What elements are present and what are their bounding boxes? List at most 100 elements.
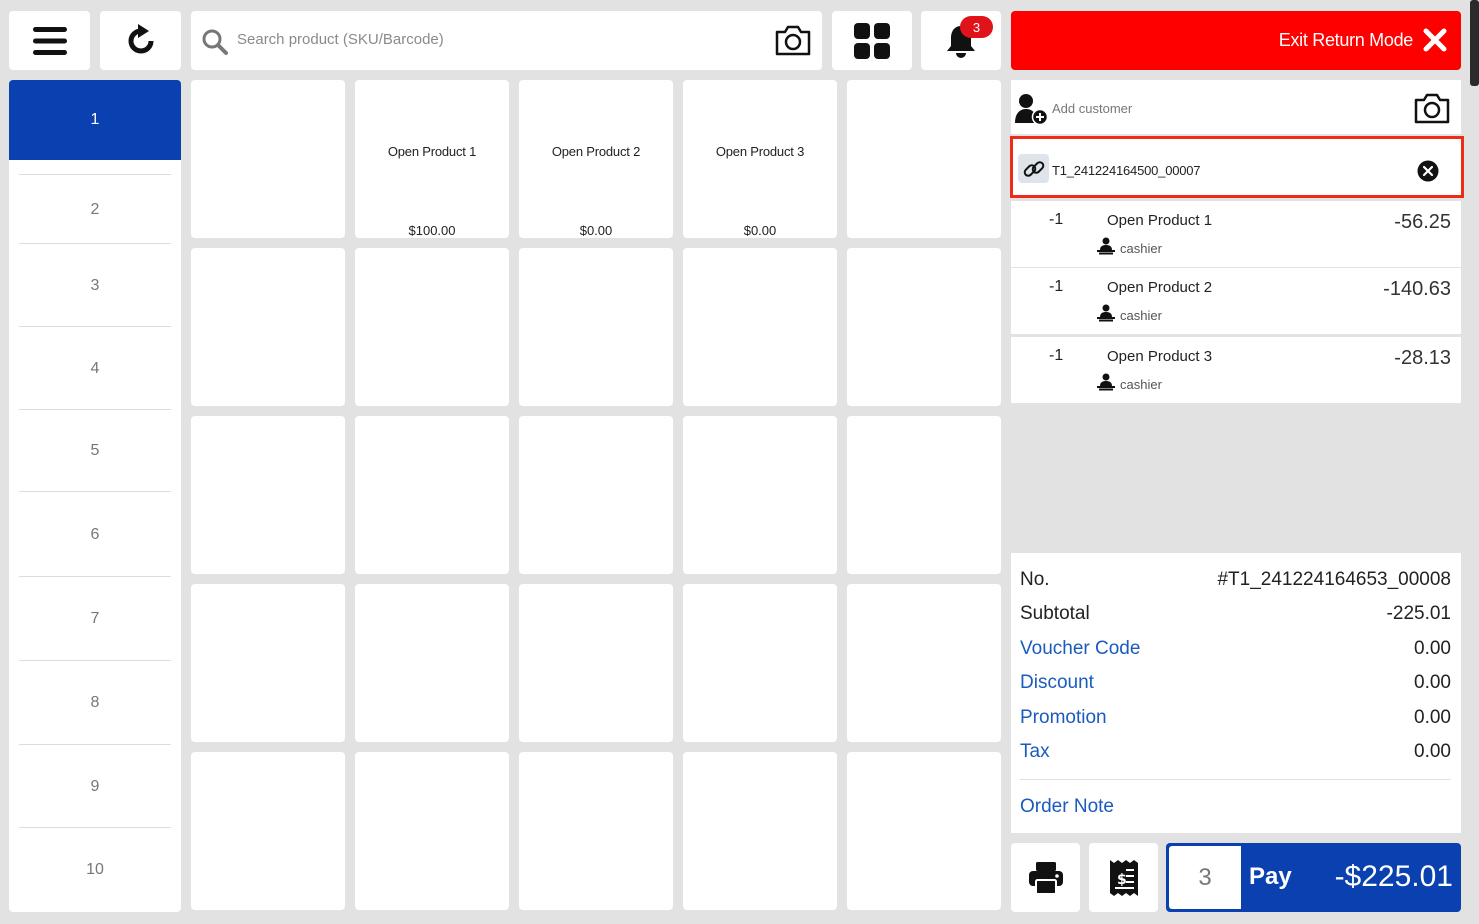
svg-text:$: $	[1117, 872, 1127, 888]
promotion-link[interactable]: Promotion	[1020, 707, 1107, 729]
product-tile[interactable]: Open Product 1 $100.00	[355, 80, 509, 238]
product-tile[interactable]	[191, 248, 345, 406]
product-tile[interactable]	[355, 584, 509, 742]
product-tile[interactable]	[355, 752, 509, 910]
tab-divider	[19, 409, 171, 410]
order-tab-1[interactable]: 1	[9, 80, 181, 160]
discount-link[interactable]: Discount	[1020, 672, 1094, 694]
cart-line-item[interactable]: -1 Open Product 1 -56.25 cashier	[1011, 201, 1461, 267]
line-staff: cashier	[1120, 377, 1162, 392]
order-tab-5[interactable]: 5	[9, 410, 181, 492]
cashier-icon	[1097, 237, 1115, 255]
pay-label: Pay	[1249, 863, 1292, 890]
product-tile[interactable]	[191, 80, 345, 238]
product-tile[interactable]	[519, 584, 673, 742]
order-note-link[interactable]: Order Note	[1020, 796, 1114, 818]
camera-icon[interactable]	[1413, 91, 1451, 125]
product-tile[interactable]	[847, 752, 1001, 910]
camera-scan-icon[interactable]	[774, 23, 812, 57]
order-number-label: No.	[1020, 569, 1050, 590]
linked-order-reference: T1_241224164500_00007	[1052, 163, 1201, 178]
product-tile[interactable]	[519, 248, 673, 406]
pay-button[interactable]: 3 Pay -$225.01	[1166, 843, 1461, 912]
line-amount: -140.63	[1383, 278, 1451, 300]
search-input[interactable]: Search product (SKU/Barcode)	[237, 31, 444, 48]
product-tile[interactable]	[191, 584, 345, 742]
product-tile[interactable]	[519, 416, 673, 574]
order-tabs: 1 2 3 4 5 6 7 8 9 10	[9, 80, 181, 912]
line-quantity: -1	[1049, 211, 1064, 228]
product-tile[interactable]	[355, 416, 509, 574]
search-bar[interactable]: Search product (SKU/Barcode)	[191, 11, 822, 70]
order-tab-4[interactable]: 4	[9, 327, 181, 410]
grid-view-button[interactable]	[832, 11, 912, 70]
tab-divider	[19, 576, 171, 577]
subtotal-value: -225.01	[1386, 603, 1451, 624]
line-quantity: -1	[1049, 347, 1064, 364]
receipt-button[interactable]: $	[1089, 843, 1158, 912]
cart-line-item[interactable]: -1 Open Product 3 -28.13 cashier	[1011, 337, 1461, 403]
product-tile[interactable]	[847, 80, 1001, 238]
tab-divider	[19, 744, 171, 745]
order-number-row: No. #T1_241224164653_00008	[1020, 569, 1451, 597]
line-product-name: Open Product 1	[1107, 212, 1213, 229]
hamburger-menu-icon	[32, 26, 67, 55]
tax-value: 0.00	[1414, 741, 1451, 762]
tax-row[interactable]: Tax 0.00	[1020, 741, 1451, 769]
cart-line-item[interactable]: -1 Open Product 2 -140.63 cashier	[1011, 268, 1461, 334]
product-tile[interactable]	[683, 248, 837, 406]
product-tile[interactable]	[519, 752, 673, 910]
product-tile[interactable]	[683, 752, 837, 910]
close-icon	[1423, 28, 1447, 52]
order-tab-3[interactable]: 3	[9, 244, 181, 327]
print-button[interactable]	[1011, 843, 1080, 912]
order-tab-10[interactable]: 10	[9, 828, 181, 912]
linked-order-bar: T1_241224164500_00007	[1010, 136, 1464, 198]
line-product-name: Open Product 2	[1107, 279, 1213, 296]
voucher-code-link[interactable]: Voucher Code	[1020, 638, 1140, 660]
order-tab-6[interactable]: 6	[9, 492, 181, 577]
order-number-value: #T1_241224164653_00008	[1217, 569, 1451, 590]
product-tile[interactable]: Open Product 2 $0.00	[519, 80, 673, 238]
tax-link[interactable]: Tax	[1020, 741, 1050, 763]
customer-bar[interactable]: Add customer	[1011, 80, 1461, 134]
search-icon	[201, 28, 229, 56]
subtotal-row: Subtotal -225.01	[1020, 603, 1451, 631]
scrollbar[interactable]	[1470, 0, 1479, 86]
product-name: Open Product 2	[551, 144, 641, 159]
exit-return-mode-label: Exit Return Mode	[1278, 30, 1414, 50]
link-icon	[1018, 154, 1049, 183]
discount-row[interactable]: Discount 0.00	[1020, 672, 1451, 700]
product-price: $0.00	[579, 223, 613, 238]
item-count: 3	[1169, 846, 1241, 909]
menu-button[interactable]	[9, 11, 90, 70]
voucher-value: 0.00	[1414, 638, 1451, 659]
product-tile[interactable]	[191, 752, 345, 910]
promotion-row[interactable]: Promotion 0.00	[1020, 707, 1451, 735]
order-note-row[interactable]: Order Note	[1020, 796, 1451, 824]
product-tile[interactable]	[191, 416, 345, 574]
order-tab-9[interactable]: 9	[9, 745, 181, 828]
subtotal-label: Subtotal	[1020, 603, 1090, 624]
order-tab-8[interactable]: 8	[9, 661, 181, 745]
exit-return-mode-button[interactable]: Exit Return Mode	[1011, 11, 1461, 70]
summary-divider	[1020, 779, 1451, 780]
product-tile[interactable]	[683, 584, 837, 742]
clear-linked-order-icon[interactable]	[1417, 160, 1439, 182]
voucher-row[interactable]: Voucher Code 0.00	[1020, 638, 1451, 666]
product-tile[interactable]	[847, 416, 1001, 574]
tab-divider	[19, 174, 171, 175]
notifications-button[interactable]: 3	[921, 11, 1001, 70]
refresh-button[interactable]	[100, 11, 181, 70]
product-tile[interactable]: Open Product 3 $0.00	[683, 80, 837, 238]
order-tab-2[interactable]: 2	[9, 175, 181, 244]
notification-badge: 3	[960, 16, 993, 38]
order-tab-7[interactable]: 7	[9, 577, 181, 661]
line-quantity: -1	[1049, 278, 1064, 295]
product-tile[interactable]	[847, 248, 1001, 406]
product-tile[interactable]	[847, 584, 1001, 742]
product-tile[interactable]	[355, 248, 509, 406]
printer-icon	[1028, 861, 1063, 895]
discount-value: 0.00	[1414, 672, 1451, 693]
product-tile[interactable]	[683, 416, 837, 574]
